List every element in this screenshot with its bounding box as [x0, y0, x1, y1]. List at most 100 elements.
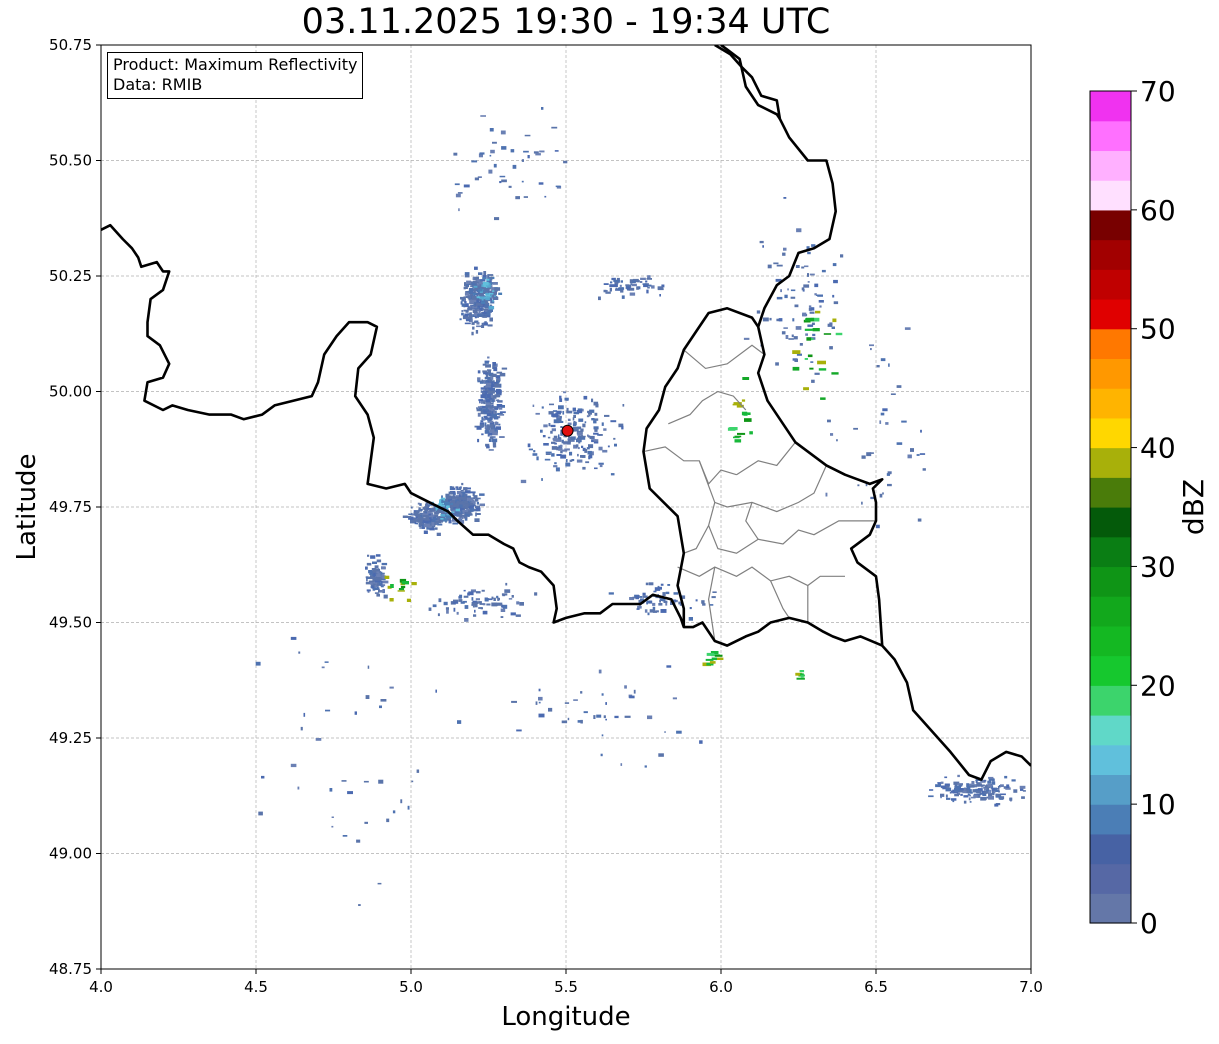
- echo-pixel: [688, 617, 693, 621]
- echo-pixel: [660, 583, 664, 586]
- echo-pixel: [445, 495, 452, 500]
- echo-pixel: [550, 424, 556, 428]
- echo-pixel: [832, 294, 835, 298]
- echo-pixel: [496, 602, 503, 606]
- x-tick-label: 6.0: [709, 978, 733, 996]
- echo-pixel: [545, 451, 552, 454]
- echo-pixel: [547, 436, 551, 439]
- echo-pixel: [794, 304, 799, 308]
- echo-pixel: [954, 788, 960, 792]
- echo-pixel: [376, 593, 380, 597]
- echo-pixel: [476, 303, 481, 306]
- echo-pixel: [426, 507, 431, 510]
- echo-pixel: [795, 265, 800, 268]
- echo-pixel: [604, 414, 610, 417]
- radar-site-marker: [561, 424, 574, 437]
- echo-pixel: [468, 591, 474, 596]
- echo-pixel: [657, 288, 664, 291]
- colorbar-tick-label: 60: [1140, 194, 1176, 227]
- echo-pixel: [492, 282, 498, 285]
- echo-pixel: [381, 574, 385, 577]
- echo-pixel: [986, 789, 989, 792]
- echo-pixel: [508, 185, 512, 188]
- echo-pixel: [485, 385, 491, 388]
- echo-pixel: [464, 282, 467, 286]
- echo-pixel: [377, 882, 382, 885]
- echo-pixel: [485, 297, 490, 301]
- echo-pixel: [372, 579, 375, 582]
- echo-pixel: [806, 337, 812, 341]
- echo-pixel: [458, 208, 460, 212]
- echo-pixel: [614, 443, 617, 447]
- echo-pixel: [500, 616, 504, 618]
- y-axis-label: Latitude: [12, 453, 42, 560]
- echo-pixel: [857, 484, 860, 487]
- echo-pixel: [608, 592, 614, 595]
- echo-pixel: [472, 326, 475, 330]
- echo-pixel: [609, 287, 612, 292]
- echo-pixel: [474, 609, 476, 613]
- colorbar-segment: [1090, 477, 1131, 508]
- echo-pixel: [1013, 789, 1018, 793]
- echo-pixel: [491, 399, 494, 403]
- echo-pixel: [472, 600, 477, 603]
- echo-pixel: [1011, 779, 1016, 782]
- echo-pixel: [485, 293, 490, 295]
- echo-pixel: [436, 532, 441, 536]
- echo-pixel: [422, 514, 429, 518]
- echo-pixel: [472, 309, 478, 313]
- echo-pixel: [589, 409, 595, 413]
- echo-pixel: [464, 301, 467, 304]
- echo-pixel: [832, 263, 837, 267]
- echo-pixel: [315, 738, 322, 741]
- echo-pixel: [366, 562, 372, 566]
- echo-pixel: [499, 181, 502, 184]
- echo-pixel: [483, 322, 488, 326]
- echo-pixel: [290, 636, 297, 640]
- echo-pixel: [538, 713, 545, 718]
- echo-pixel: [494, 383, 501, 388]
- echo-pixel: [598, 296, 601, 301]
- echo-pixel: [261, 775, 265, 779]
- echo-pixel: [578, 418, 584, 422]
- echo-pixel: [807, 324, 814, 327]
- echo-pixel: [876, 365, 880, 368]
- echo-pixel: [557, 420, 564, 423]
- echo-pixel: [803, 284, 810, 288]
- echo-pixel: [796, 677, 805, 680]
- echo-pixel: [494, 416, 498, 420]
- echo-pixel: [869, 344, 874, 347]
- echo-pixel: [429, 517, 432, 520]
- echo-pixel: [492, 141, 497, 144]
- echo-pixel: [443, 601, 448, 606]
- echo-pixel: [778, 318, 783, 322]
- colorbar-tick-label: 10: [1140, 788, 1176, 821]
- echo-pixel: [580, 691, 583, 694]
- echo-pixel: [487, 274, 494, 276]
- echo-pixel: [474, 177, 479, 181]
- echo-pixel: [445, 607, 449, 610]
- echo-pixel: [689, 607, 692, 610]
- echo-pixel: [741, 399, 746, 402]
- colorbar-segment: [1090, 209, 1131, 241]
- echo-pixel: [468, 288, 474, 291]
- echo-pixel: [830, 433, 834, 436]
- echo-pixel: [481, 379, 484, 382]
- echo-pixel: [809, 311, 815, 314]
- echo-pixel: [998, 790, 1000, 793]
- echo-pixel: [407, 805, 410, 810]
- echo-pixel: [647, 286, 650, 289]
- echo-pixel: [491, 406, 497, 408]
- echo-pixel: [480, 607, 483, 610]
- echo-pixel: [1019, 785, 1026, 789]
- echo-pixel: [907, 454, 912, 459]
- echo-pixel: [448, 519, 452, 524]
- echo-pixel: [809, 273, 815, 276]
- echo-pixel: [788, 338, 794, 340]
- echo-pixel: [431, 522, 435, 527]
- echo-pixel: [452, 487, 456, 490]
- echo-pixel: [594, 428, 598, 432]
- echo-pixel: [821, 269, 826, 273]
- x-tick-label: 7.0: [1019, 978, 1043, 996]
- echo-pixel: [481, 322, 484, 327]
